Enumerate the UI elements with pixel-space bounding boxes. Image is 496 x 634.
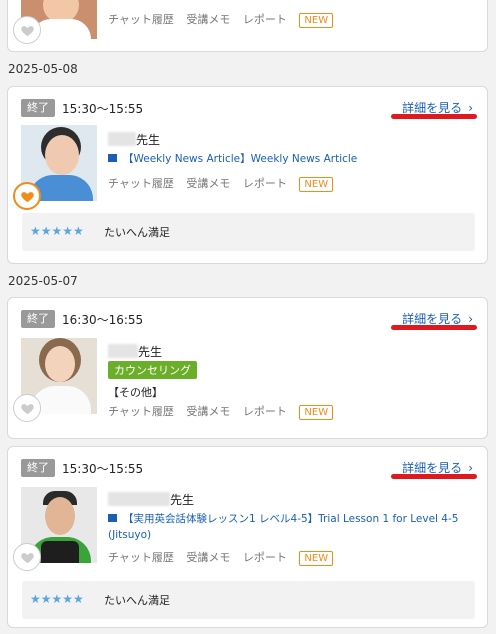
favorite-heart-icon[interactable] bbox=[13, 182, 41, 210]
new-badge: NEW bbox=[299, 177, 334, 192]
review-box: ★★★★★ たいへん満足 bbox=[22, 581, 475, 619]
highlight-underline bbox=[391, 474, 477, 479]
teacher-name[interactable]: 先生 bbox=[108, 131, 160, 148]
teacher-name[interactable]: 先生 bbox=[108, 343, 162, 360]
highlight-underline bbox=[391, 325, 477, 330]
status-badge: 終了 bbox=[21, 310, 55, 328]
report-link[interactable]: レポート bbox=[243, 405, 287, 418]
favorite-heart-icon[interactable] bbox=[13, 16, 41, 44]
lesson-card: 終了 16:30〜16:55 詳細を見る › 先生 カウンセリング 【その他】 チ… bbox=[7, 297, 488, 439]
status-badge: 終了 bbox=[21, 459, 55, 477]
counseling-tag: カウンセリング bbox=[108, 361, 197, 379]
review-box: ★★★★★ たいへん満足 bbox=[22, 213, 475, 251]
lesson-links: チャット履歴 受講メモ レポート NEW bbox=[108, 11, 334, 28]
lesson-links: チャット履歴 受講メモ レポート NEW bbox=[108, 403, 334, 420]
rating-stars: ★★★★★ bbox=[30, 592, 84, 606]
chevron-right-icon: › bbox=[468, 312, 473, 326]
status-badge: 終了 bbox=[21, 99, 55, 117]
book-icon bbox=[108, 514, 117, 522]
chat-history-link[interactable]: チャット履歴 bbox=[108, 13, 174, 26]
lesson-memo-link[interactable]: 受講メモ bbox=[186, 177, 230, 190]
chevron-right-icon: › bbox=[468, 101, 473, 115]
book-icon bbox=[108, 154, 117, 162]
lesson-memo-link[interactable]: 受講メモ bbox=[186, 405, 230, 418]
lesson-links: チャット履歴 受講メモ レポート NEW bbox=[108, 175, 334, 192]
lesson-links: チャット履歴 受講メモ レポート NEW bbox=[108, 549, 334, 566]
lesson-memo-link[interactable]: 受講メモ bbox=[186, 551, 230, 564]
date-heading: 2025-05-07 bbox=[8, 274, 78, 288]
date-heading: 2025-05-08 bbox=[8, 62, 78, 76]
lesson-title[interactable]: 【Weekly News Article】Weekly News Article bbox=[108, 151, 357, 167]
lesson-memo-link[interactable]: 受講メモ bbox=[186, 13, 230, 26]
new-badge: NEW bbox=[299, 405, 334, 420]
lesson-title[interactable]: 【実用英会話体験レッスン1 レベル4-5】Trial Lesson 1 for … bbox=[108, 511, 468, 543]
highlight-underline bbox=[391, 114, 477, 119]
report-link[interactable]: レポート bbox=[243, 13, 287, 26]
review-text: たいへん満足 bbox=[104, 226, 170, 239]
report-link[interactable]: レポート bbox=[243, 551, 287, 564]
lesson-card-previous: チャット履歴 受講メモ レポート NEW bbox=[7, 0, 488, 52]
chat-history-link[interactable]: チャット履歴 bbox=[108, 405, 174, 418]
lesson-time: 16:30〜16:55 bbox=[62, 313, 144, 327]
rating-stars: ★★★★★ bbox=[30, 224, 84, 238]
chat-history-link[interactable]: チャット履歴 bbox=[108, 551, 174, 564]
new-badge: NEW bbox=[299, 551, 334, 566]
favorite-heart-icon[interactable] bbox=[13, 543, 41, 571]
new-badge: NEW bbox=[299, 13, 334, 28]
lesson-card: 終了 15:30〜15:55 詳細を見る › 先生 【Weekly News Ar… bbox=[7, 86, 488, 264]
lesson-category: 【その他】 bbox=[108, 386, 163, 399]
teacher-name[interactable]: 先生 bbox=[108, 491, 194, 508]
lesson-card: 終了 15:30〜15:55 詳細を見る › 先生 【実用英会話体験レッスン1 レ… bbox=[7, 446, 488, 628]
favorite-heart-icon[interactable] bbox=[13, 394, 41, 422]
lesson-time: 15:30〜15:55 bbox=[62, 102, 144, 116]
lesson-time: 15:30〜15:55 bbox=[62, 462, 144, 476]
review-text: たいへん満足 bbox=[104, 594, 170, 607]
report-link[interactable]: レポート bbox=[243, 177, 287, 190]
chat-history-link[interactable]: チャット履歴 bbox=[108, 177, 174, 190]
chevron-right-icon: › bbox=[468, 461, 473, 475]
